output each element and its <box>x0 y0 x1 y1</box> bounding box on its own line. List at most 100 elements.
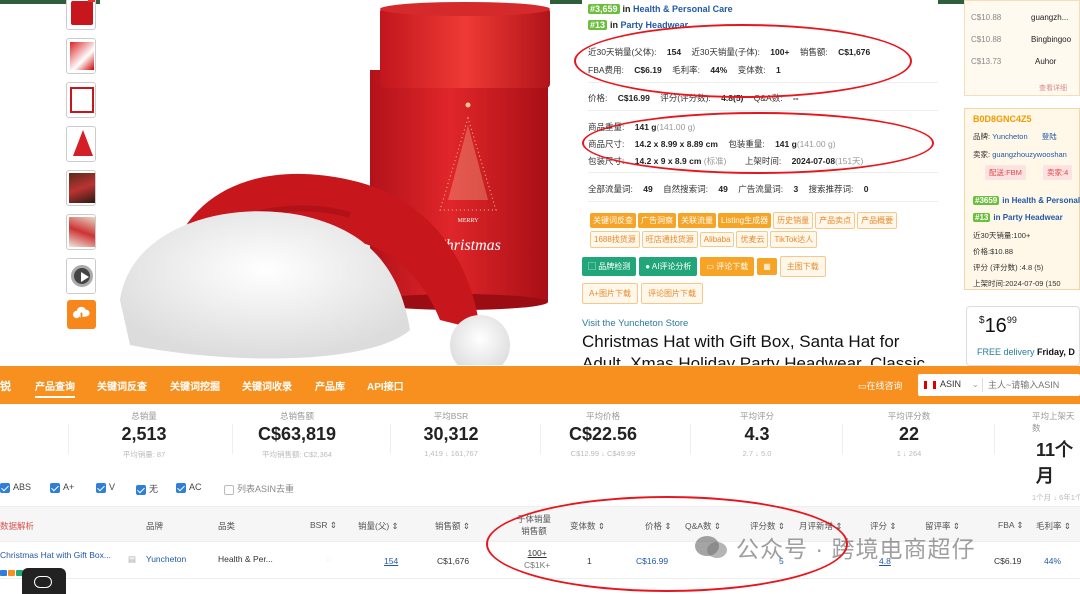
row-margin: 44% <box>1044 556 1062 566</box>
col-fba[interactable]: FBA ⇕ <box>998 520 1024 531</box>
seller-row[interactable]: C$13.73 Auhor <box>971 57 1080 66</box>
col-margin[interactable]: 毛利率 ⇕ <box>1036 520 1071 532</box>
thumbnail-1[interactable] <box>66 0 96 30</box>
stat-avg-bsr: 平均BSR 30,312 1,419 ↓ 161,767 <box>423 411 479 458</box>
tag-wangdiantong[interactable]: 旺店通找货源 <box>641 231 698 248</box>
rank-in-text: in <box>610 20 619 30</box>
tag-product-summary[interactable]: 产品概要 <box>857 212 898 229</box>
nav-product-query[interactable]: 产品查询 <box>35 378 75 398</box>
annotation-ellipse-table <box>486 496 848 592</box>
fbm-badge: 配送:FBM <box>985 165 1026 180</box>
santa-hat-gift-box-image: MERRY Christmas <box>120 2 550 365</box>
nav-keyword-mining[interactable]: 关键词挖掘 <box>170 378 220 393</box>
stat-avg-price: 平均价格 C$22.56 C$12.99 ↓ C$49.99 <box>568 411 638 458</box>
tag-youmaiyun[interactable]: 优麦云 <box>736 231 769 248</box>
stat-avg-review-count: 平均评分数 22 1 ↓ 264 <box>887 411 931 458</box>
col-brand[interactable]: 品牌 <box>146 520 163 532</box>
asin-search-box: ASIN ⌄ <box>918 374 1080 396</box>
ai-review-label: AI评论分析 <box>651 262 692 271</box>
screenshot: MERRY Christmas #3,659 in Health & Person… <box>0 0 1080 594</box>
row-brand[interactable]: Yuncheton <box>146 554 186 564</box>
filter-none-checkbox[interactable]: 无 <box>136 482 158 495</box>
tag-tiktok[interactable]: TikTok达人 <box>770 231 818 248</box>
thumbnail-video[interactable] <box>66 258 96 294</box>
review-image-download-button[interactable]: 评论图片下载 <box>641 283 704 304</box>
tag-selling-points[interactable]: 产品卖点 <box>815 212 856 229</box>
tag-keyword-reverse[interactable]: 关键词反查 <box>590 213 636 228</box>
buy-box: $1699 FREE delivery Friday, D <box>966 306 1080 366</box>
search-type-select[interactable]: ASIN <box>940 379 961 389</box>
annotation-ellipse-sales <box>574 24 912 98</box>
tag-history-sales[interactable]: 历史销量 <box>773 212 814 229</box>
rank-badge: #13 <box>588 20 608 30</box>
tag-alibaba[interactable]: Alibaba <box>699 232 735 247</box>
main-image-download-button[interactable]: 主图下载 <box>779 256 826 277</box>
app-logo[interactable]: 锐 <box>0 378 11 394</box>
card-asin[interactable]: B0D8GNC4Z5 <box>973 114 1032 124</box>
tool-tags-row-2: 1688找货源 旺店通找货源 Alibaba 优麦云 TikTok达人 <box>590 229 819 248</box>
aplus-image-download-button[interactable]: A+图片下载 <box>582 283 639 304</box>
ai-review-button[interactable]: ● AI评论分析 <box>639 257 698 276</box>
bsr-rank-main[interactable]: #3,659 in Health & Personal Care <box>588 4 733 14</box>
chevron-down-icon: ⌄ <box>972 380 979 389</box>
filter-ac-checkbox[interactable]: AC <box>176 482 202 493</box>
seller-row[interactable]: C$10.88 Bingbingoo <box>971 35 1080 44</box>
filter-abs-checkbox[interactable]: ABS <box>0 482 31 493</box>
nav-keyword-index[interactable]: 关键词收录 <box>242 378 292 393</box>
card-rank-1: #3659 in Health & Personal <box>973 196 1080 205</box>
nav-keyword-reverse[interactable]: 关键词反查 <box>97 378 147 393</box>
tag-related-traffic[interactable]: 关联流量 <box>678 213 716 228</box>
view-details-link[interactable]: 查看详细 <box>1039 83 1067 93</box>
sellers-count-badge: 卖家:4 <box>1043 165 1073 180</box>
chat-icon <box>34 576 52 588</box>
brand-check-label: 品牌检测 <box>598 262 631 271</box>
main-product-image[interactable]: MERRY Christmas <box>100 0 550 365</box>
thumbnail-5[interactable] <box>66 170 96 206</box>
variant-card: B0D8GNC4Z5 品牌: Yuncheton 登陆 卖家: guangzho… <box>964 108 1080 290</box>
row-product-title[interactable]: Christmas Hat with Gift Box... <box>0 550 111 560</box>
filter-dedupe-checkbox[interactable]: 列表ASIN去重 <box>224 482 294 495</box>
col-sales-parent[interactable]: 销量(父) ⇕ <box>358 520 399 532</box>
store-link[interactable]: Visit the Yuncheton Store <box>582 318 688 329</box>
filter-checkboxes: ABS A+ V 无 AC 列表ASIN去重 <box>0 478 1080 498</box>
download-images-button[interactable] <box>67 300 96 329</box>
card-price: 价格:$10.88 <box>973 247 1014 256</box>
brand-info-icon[interactable]: ▤ <box>128 554 136 565</box>
review-download-button[interactable]: ▭ 评论下载 <box>700 257 755 276</box>
col-category[interactable]: 品类 <box>218 520 235 532</box>
nav-product-library[interactable]: 产品库 <box>315 378 345 393</box>
tag-listing-generator[interactable]: Listing生成器 <box>718 213 772 228</box>
col-info[interactable]: 数据解析 <box>0 520 34 532</box>
panel-action-buttons-2: A+图片下载 评论图片下载 <box>582 283 706 304</box>
nav-api[interactable]: API接口 <box>367 378 404 393</box>
tag-ad-insight[interactable]: 广告洞察 <box>638 213 676 228</box>
delivery-info: FREE delivery Friday, D <box>977 347 1075 357</box>
thumbnail-6[interactable] <box>66 214 96 250</box>
seller-row[interactable]: C$10.88 guangzh... <box>971 13 1080 22</box>
col-revenue[interactable]: 销售额 ⇕ <box>435 520 470 532</box>
tag-1688[interactable]: 1688找货源 <box>590 231 640 248</box>
filter-aplus-checkbox[interactable]: A+ <box>50 482 74 493</box>
thumbnail-2[interactable] <box>66 38 96 74</box>
stat-avg-rating: 平均评分 4.3 2.7 ↓ 5.0 <box>739 411 774 458</box>
login-link[interactable]: 登陆 <box>1042 132 1057 141</box>
calculator-icon[interactable]: ▦ <box>757 258 777 275</box>
chat-bubble-button[interactable] <box>22 568 66 594</box>
filter-v-checkbox[interactable]: V <box>96 482 115 493</box>
asin-search-input[interactable] <box>988 377 1080 393</box>
online-consult-link[interactable]: ▭在线咨询 <box>858 379 903 392</box>
brand-check-button[interactable]: ▢ 品牌检测 <box>582 257 637 276</box>
rank-category-link[interactable]: Health & Personal Care <box>633 4 733 14</box>
card-rating: 评分 (评分数) :4.8 (5) <box>973 263 1044 272</box>
tool-tags-row-1: 关键词反查 广告洞察 关联流量 Listing生成器 历史销量 产品卖点 产品概要 <box>590 210 899 229</box>
thumbnail-3[interactable] <box>66 82 96 118</box>
row-sales-parent[interactable]: 154 <box>384 556 398 566</box>
other-sellers-box: C$10.88 guangzh... C$10.88 Bingbingoo C$13… <box>964 0 1080 96</box>
col-bsr[interactable]: BSR ⇕ <box>310 520 337 531</box>
image-thumbnails <box>64 0 98 302</box>
plugin-nav-bar: 锐 产品查询 关键词反查 关键词挖掘 关键词收录 产品库 API接口 ▭在线咨询… <box>0 366 1080 404</box>
row-fba: C$6.19 <box>994 556 1022 566</box>
cloud-download-icon <box>72 306 90 322</box>
thumbnail-4[interactable] <box>66 126 96 162</box>
card-seller: 卖家: guangzhouzywooshan <box>973 150 1067 159</box>
